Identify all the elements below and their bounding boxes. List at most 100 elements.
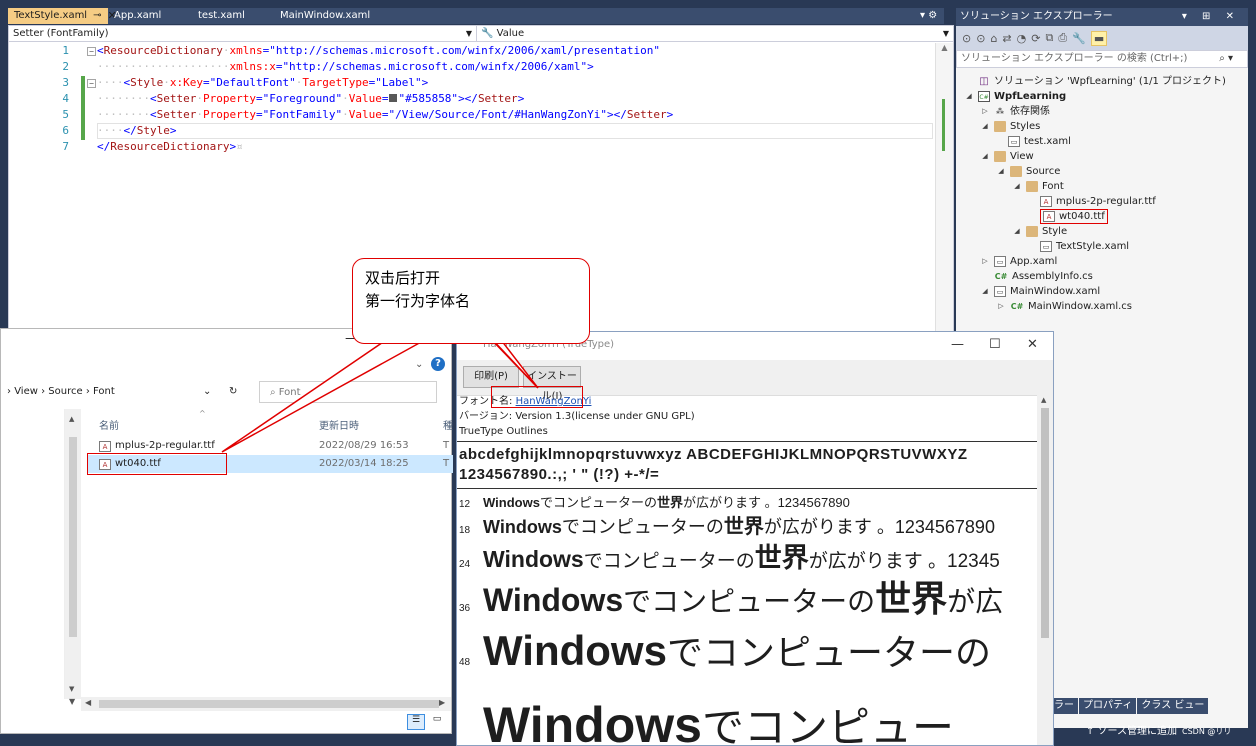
scroll-thumb[interactable] [99, 700, 439, 708]
switch-views-icon[interactable]: ⇄ [1002, 32, 1011, 45]
breadcrumb-item[interactable]: Source [48, 386, 82, 397]
breadcrumb-item[interactable]: View [14, 386, 38, 397]
print-button[interactable]: 印刷(P) [463, 366, 519, 388]
sample-sekai: 世界 [723, 516, 764, 538]
home-icon[interactable]: ⌂ [990, 32, 997, 45]
tab-properties[interactable]: プロパティ [1079, 698, 1137, 714]
tree-item-assemblyinfo[interactable]: C# AssemblyInfo.cs [994, 269, 1093, 284]
tree-item-mplus-font[interactable]: Amplus-2p-regular.ttf [1040, 194, 1156, 209]
column-header-name[interactable]: 名前 [99, 417, 119, 432]
large-icons-view-icon[interactable]: ▭ [429, 714, 445, 730]
pin-icon[interactable]: ⊸ [93, 8, 101, 24]
scroll-right-icon[interactable]: ▶ [439, 698, 445, 707]
breadcrumb-item[interactable]: Font [93, 386, 115, 397]
scroll-thumb[interactable] [1041, 408, 1049, 638]
search-icon[interactable]: ⌕ ▾ [1219, 51, 1233, 67]
column-header-date[interactable]: 更新日時 [319, 417, 359, 432]
callout-line-1: 双击后打开 [365, 269, 441, 287]
tree-item-app-xaml[interactable]: ▷ ▭ App.xaml [980, 254, 1057, 269]
sample-text: でコンピューターの [666, 632, 991, 673]
collapsed-arrow-icon[interactable]: ▷ [980, 254, 990, 269]
details-view-icon[interactable]: ☰ [407, 714, 425, 730]
tab-overflow-controls[interactable]: ▾ ⚙ [920, 8, 956, 24]
tab-app-xaml[interactable]: App.xaml [108, 8, 192, 24]
back-icon[interactable]: ⊙ [962, 32, 971, 45]
navigation-bar: Setter (FontFamily) ▼ 🔧 Value ▼ [9, 26, 953, 42]
add-to-source-control[interactable]: ↑ ソース管理に追加 [1086, 724, 1177, 740]
show-all-files-icon[interactable]: ⎙ [1058, 31, 1067, 45]
forward-icon[interactable]: ⊙ [976, 32, 985, 45]
navigation-pane[interactable] [1, 409, 65, 699]
cs-icon: C# [994, 272, 1008, 281]
scroll-thumb[interactable] [69, 437, 77, 637]
element-dropdown[interactable]: Setter (FontFamily) ▼ [9, 26, 477, 41]
refresh-icon[interactable]: ↻ [229, 381, 237, 403]
tree-item-view-folder[interactable]: ◢ View [980, 149, 1034, 164]
tree-item-style-folder[interactable]: ◢ Style [1012, 224, 1067, 239]
maximize-icon[interactable]: ☐ [989, 332, 1001, 358]
column-header-type[interactable]: 種 [443, 417, 453, 432]
tree-item-test-xaml[interactable]: ▭ test.xaml [1008, 134, 1071, 149]
search-box[interactable]: ⌕ Font [259, 381, 437, 403]
pending-changes-icon[interactable]: ◔ [1017, 32, 1027, 45]
help-icon[interactable]: ? [431, 357, 445, 371]
collapsed-arrow-icon[interactable]: ▷ [980, 104, 990, 119]
tree-item-dependencies[interactable]: ▷ ⁂ 依存関係 [980, 104, 1050, 119]
expanded-arrow-icon[interactable]: ◢ [1012, 179, 1022, 194]
install-button[interactable]: インストール(I) [523, 366, 581, 402]
scroll-up-icon[interactable]: ▲ [936, 43, 953, 52]
chevron-down-icon[interactable]: ⌄ [203, 381, 211, 403]
minimize-icon[interactable]: — [951, 332, 964, 358]
tree-item-font-folder[interactable]: ◢ Font [1012, 179, 1064, 194]
close-icon[interactable]: ✕ [1027, 332, 1038, 358]
font-file-icon: A [1043, 211, 1055, 222]
tree-item-mainwindow-xaml[interactable]: ◢ ▭ MainWindow.xaml [980, 284, 1100, 299]
tree-item-project[interactable]: ◢ C# WpfLearning [964, 89, 1066, 104]
tab-textstyle-xaml[interactable]: TextStyle.xaml ⊸ ✕ [8, 8, 117, 24]
tree-item-source-folder[interactable]: ◢ Source [996, 164, 1060, 179]
editor-vertical-scrollbar[interactable]: ▲ [935, 43, 953, 335]
tree-item-textstyle-xaml[interactable]: ▭ TextStyle.xaml [1040, 239, 1129, 254]
expanded-arrow-icon[interactable]: ◢ [980, 149, 990, 164]
scroll-left-icon[interactable]: ◀ [85, 698, 91, 707]
scroll-up-icon[interactable]: ▲ [69, 415, 74, 423]
navigation-pane-scrollbar[interactable]: ▲ ▼ [65, 409, 81, 699]
tree-item-wt040-font[interactable]: Awt040.ttf [1040, 209, 1108, 224]
solution-explorer-search[interactable]: ソリューション エクスプローラー の検索 (Ctrl+;) ⌕ ▾ [956, 50, 1248, 68]
panel-window-controls[interactable]: ▾ ⊞ ✕ [1182, 8, 1240, 26]
horizontal-scrollbar[interactable]: ◀ ▶ [81, 697, 451, 711]
font-preview-scrollbar[interactable]: ▲ [1037, 394, 1053, 745]
expanded-arrow-icon[interactable]: ◢ [980, 119, 990, 134]
tree-item-solution[interactable]: ◫ ソリューション 'WpfLearning' (1/1 プロジェクト) [964, 74, 1226, 89]
tree-item-styles-folder[interactable]: ◢ Styles [980, 119, 1040, 134]
font-file-icon: A [99, 440, 111, 452]
scroll-up-icon[interactable]: ▲ [1041, 396, 1046, 404]
collapse-icon[interactable]: − [87, 47, 96, 56]
font-version: バージョン: Version 1.3(license under GNU GPL… [459, 411, 695, 422]
expanded-arrow-icon[interactable]: ◢ [980, 284, 990, 299]
collapse-all-icon[interactable]: ⧉ [1045, 31, 1053, 45]
tree-item-mainwindow-cs[interactable]: ▷ C# MainWindow.xaml.cs [996, 299, 1132, 314]
tab-test-xaml[interactable]: test.xaml [192, 8, 274, 24]
line-number: 4 [62, 92, 69, 105]
tree-item-label: MainWindow.xaml [1010, 286, 1101, 297]
document-tab-bar: TextStyle.xaml ⊸ ✕ App.xaml test.xaml Ma… [8, 8, 944, 24]
preview-icon[interactable]: ▬ [1090, 30, 1108, 46]
tree-item-label: Source [1026, 166, 1061, 177]
tab-class-view[interactable]: クラス ビュー [1137, 698, 1209, 714]
sample-windows: Windows [483, 546, 584, 572]
sample-size: 48 [459, 657, 471, 668]
scroll-down-icon[interactable]: ▼ [69, 685, 74, 693]
expanded-arrow-icon[interactable]: ◢ [996, 164, 1006, 179]
expanded-arrow-icon[interactable]: ◢ [1012, 224, 1022, 239]
expanded-arrow-icon[interactable]: ◢ [964, 89, 974, 104]
sync-icon[interactable]: ⟳ [1031, 32, 1040, 45]
address-bar[interactable]: › View › Source › Font ⌄ ↻ ⌕ Font [1, 381, 453, 403]
collapsed-arrow-icon[interactable]: ▷ [996, 299, 1006, 314]
sample-windows: Windows [483, 495, 540, 510]
scroll-down-icon[interactable]: ▼ [69, 697, 75, 706]
collapse-icon[interactable]: − [87, 79, 96, 88]
member-dropdown[interactable]: 🔧 Value ▼ [477, 26, 953, 41]
properties-wrench-icon[interactable]: 🔧 [1072, 32, 1086, 45]
tab-mainwindow-xaml[interactable]: MainWindow.xaml [274, 8, 398, 24]
